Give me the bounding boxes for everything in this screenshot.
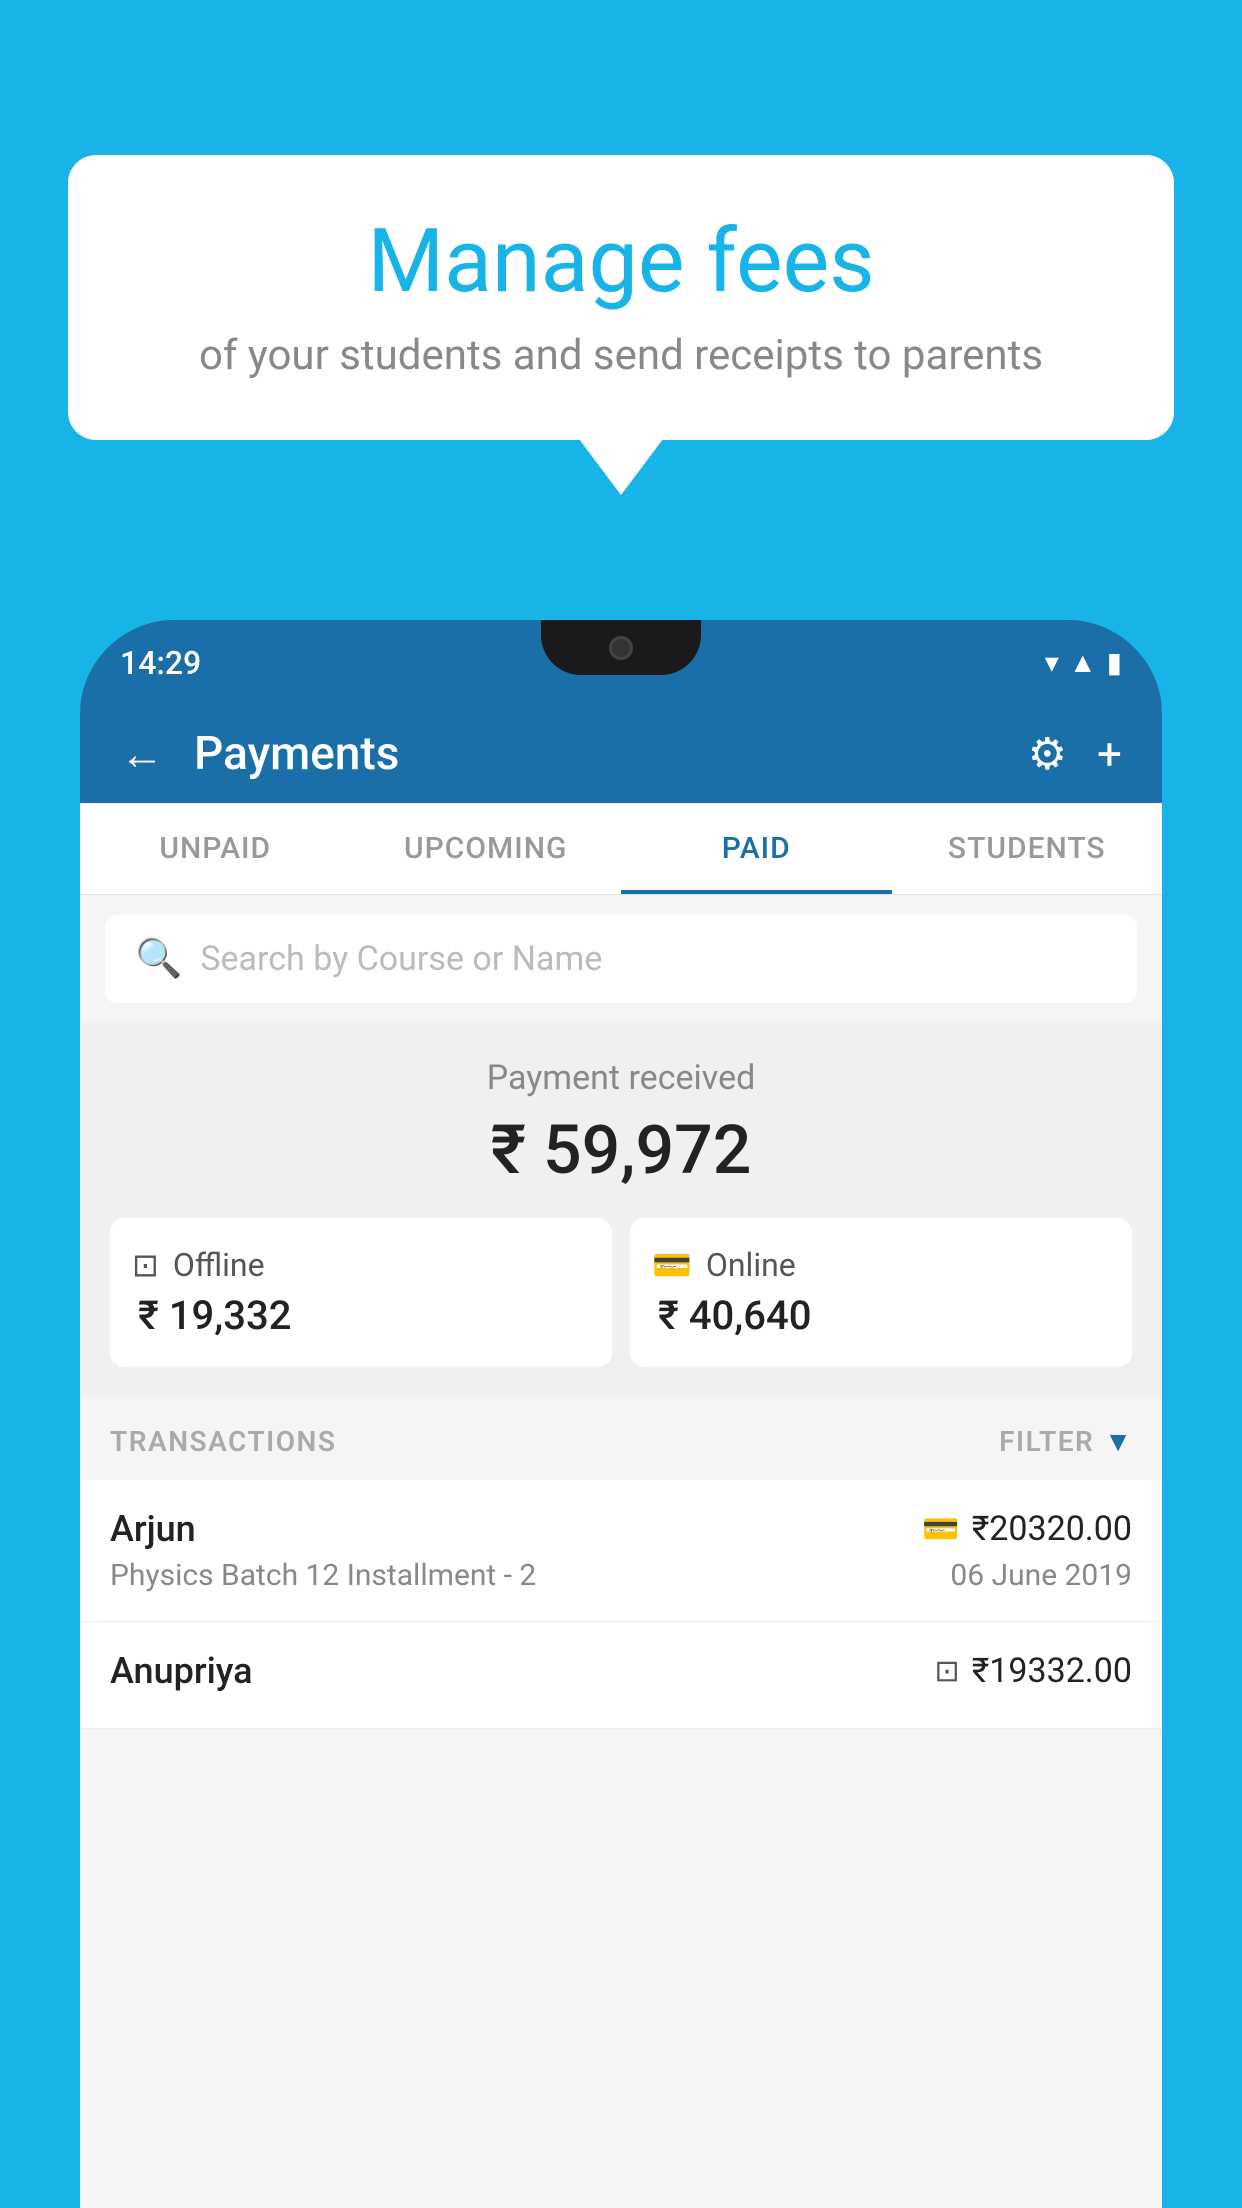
payment-type-icon: ⊡ xyxy=(935,1654,960,1689)
transaction-amount: ₹19332.00 xyxy=(972,1651,1132,1691)
app-screen: ← Payments ⚙ + UNPAID UPCOMING PAID STUD… xyxy=(80,705,1162,2208)
battery-icon: ▮ xyxy=(1107,646,1122,679)
transaction-name: Arjun xyxy=(110,1508,196,1550)
search-bar[interactable]: 🔍 Search by Course or Name xyxy=(105,915,1137,1003)
status-icons: ▾ ▲ ▮ xyxy=(1045,646,1122,679)
offline-icon: ⊡ xyxy=(132,1246,159,1284)
add-icon[interactable]: + xyxy=(1097,728,1122,780)
phone-frame: 14:29 ▾ ▲ ▮ ← Payments ⚙ + UNPAID UPCOM xyxy=(80,620,1162,2208)
tabs-bar: UNPAID UPCOMING PAID STUDENTS xyxy=(80,803,1162,895)
payment-received-label: Payment received xyxy=(110,1058,1132,1098)
transactions-header: TRANSACTIONS FILTER ▼ xyxy=(80,1397,1162,1480)
tab-students[interactable]: STUDENTS xyxy=(892,803,1163,894)
speech-bubble-container: Manage fees of your students and send re… xyxy=(68,155,1174,440)
transaction-amount-row: ⊡ ₹19332.00 xyxy=(935,1651,1132,1691)
transaction-top: Anupriya ⊡ ₹19332.00 xyxy=(110,1650,1132,1692)
status-time: 14:29 xyxy=(120,644,201,682)
offline-card: ⊡ Offline ₹ 19,332 xyxy=(110,1218,612,1367)
payment-cards: ⊡ Offline ₹ 19,332 💳 Online ₹ 40,640 xyxy=(110,1218,1132,1367)
online-card-header: 💳 Online xyxy=(652,1246,1110,1284)
offline-label: Offline xyxy=(173,1246,265,1284)
wifi-icon: ▾ xyxy=(1045,646,1059,679)
tab-upcoming[interactable]: UPCOMING xyxy=(351,803,622,894)
online-amount: ₹ 40,640 xyxy=(652,1292,1110,1339)
transaction-bottom: Physics Batch 12 Installment - 2 06 June… xyxy=(110,1558,1132,1593)
offline-amount: ₹ 19,332 xyxy=(132,1292,590,1339)
transaction-amount: ₹20320.00 xyxy=(972,1509,1132,1549)
filter-icon: ▼ xyxy=(1104,1425,1132,1458)
notch xyxy=(541,620,701,675)
search-input[interactable]: Search by Course or Name xyxy=(200,939,602,979)
offline-card-header: ⊡ Offline xyxy=(132,1246,590,1284)
signal-icon: ▲ xyxy=(1069,646,1097,679)
transaction-name: Anupriya xyxy=(110,1650,253,1692)
search-icon: 🔍 xyxy=(135,937,182,981)
speech-bubble-title: Manage fees xyxy=(128,210,1114,313)
transaction-date: 06 June 2019 xyxy=(950,1558,1132,1593)
online-card: 💳 Online ₹ 40,640 xyxy=(630,1218,1132,1367)
back-button[interactable]: ← xyxy=(120,728,164,780)
page-title: Payments xyxy=(194,727,998,781)
payment-summary: Payment received ₹ 59,972 ⊡ Offline ₹ 19… xyxy=(80,1023,1162,1397)
filter-section[interactable]: FILTER ▼ xyxy=(999,1425,1132,1458)
transaction-course: Physics Batch 12 Installment - 2 xyxy=(110,1558,536,1593)
header-icons: ⚙ + xyxy=(1028,728,1122,780)
online-icon: 💳 xyxy=(652,1246,692,1284)
transaction-amount-row: 💳 ₹20320.00 xyxy=(922,1509,1132,1549)
table-row[interactable]: Arjun 💳 ₹20320.00 Physics Batch 12 Insta… xyxy=(80,1480,1162,1622)
app-header: ← Payments ⚙ + xyxy=(80,705,1162,803)
status-bar: 14:29 ▾ ▲ ▮ xyxy=(80,620,1162,705)
payment-type-icon: 💳 xyxy=(922,1512,959,1547)
payment-total-amount: ₹ 59,972 xyxy=(110,1110,1132,1190)
speech-bubble-subtitle: of your students and send receipts to pa… xyxy=(128,331,1114,380)
filter-label: FILTER xyxy=(999,1425,1094,1458)
settings-icon[interactable]: ⚙ xyxy=(1028,728,1067,780)
speech-bubble: Manage fees of your students and send re… xyxy=(68,155,1174,440)
transaction-top: Arjun 💳 ₹20320.00 xyxy=(110,1508,1132,1550)
tab-paid[interactable]: PAID xyxy=(621,803,892,894)
camera xyxy=(609,636,633,660)
online-label: Online xyxy=(706,1246,796,1284)
tab-unpaid[interactable]: UNPAID xyxy=(80,803,351,894)
table-row[interactable]: Anupriya ⊡ ₹19332.00 xyxy=(80,1622,1162,1729)
transactions-label: TRANSACTIONS xyxy=(110,1425,336,1458)
